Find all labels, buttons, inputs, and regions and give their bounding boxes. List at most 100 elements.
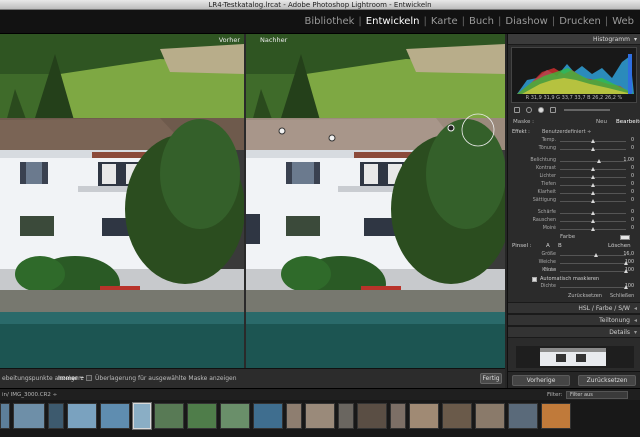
filmstrip-thumb[interactable]: [253, 403, 283, 429]
close-link[interactable]: Schließen: [610, 291, 634, 301]
panel-details-title: Details: [609, 329, 630, 336]
slider-row: Belichtung 1,00: [512, 157, 636, 165]
slider-label: Größe: [541, 252, 557, 257]
filmstrip-thumb[interactable]: [67, 403, 97, 429]
slider-track[interactable]: [560, 263, 626, 264]
slider-track[interactable]: [560, 287, 626, 288]
slider-label: Dichte: [540, 284, 556, 289]
module-buch[interactable]: Buch: [465, 16, 498, 27]
histogram-graph: [517, 54, 634, 94]
slider-thumb[interactable]: [591, 218, 595, 223]
module-entwickeln[interactable]: Entwickeln: [362, 16, 424, 27]
slider-thumb[interactable]: [591, 146, 595, 151]
graduated-filter-icon[interactable]: [550, 107, 556, 113]
red-eye-icon[interactable]: [538, 107, 544, 113]
effect-select[interactable]: Benutzerdefiniert ÷: [542, 128, 591, 137]
auto-mask-checkbox[interactable]: [532, 277, 537, 282]
module-drucken[interactable]: Drucken: [555, 16, 605, 27]
filmstrip-thumb[interactable]: [390, 403, 406, 429]
filmstrip-thumb-selected[interactable]: [133, 403, 151, 429]
slider-label: Sättigung: [532, 198, 556, 203]
slider-thumb[interactable]: [591, 210, 595, 215]
reset-link[interactable]: Zurücksetzen: [568, 291, 602, 301]
filmstrip-thumb[interactable]: [338, 403, 354, 429]
brush-pin[interactable]: [278, 127, 286, 135]
filmstrip-thumb[interactable]: [286, 403, 302, 429]
brush-erase-tab[interactable]: Löschen: [608, 242, 631, 251]
slider-thumb[interactable]: [591, 166, 595, 171]
filmstrip-thumb[interactable]: [305, 403, 335, 429]
mask-overlay-checkbox[interactable]: [86, 375, 92, 381]
collapse-triangle-icon[interactable]: ▾: [634, 34, 637, 45]
module-picker: Bibliothek | Entwickeln | Karte | Buch |…: [0, 10, 640, 34]
filmstrip-thumb[interactable]: [48, 403, 64, 429]
brush-label: Pinsel :: [512, 243, 532, 249]
filmstrip-thumb[interactable]: [0, 403, 10, 429]
filmstrip-thumb[interactable]: [357, 403, 387, 429]
module-diashow[interactable]: Diashow: [501, 16, 551, 27]
reset-button[interactable]: Zurücksetzen: [578, 375, 636, 386]
histogram-title: Histogramm: [593, 36, 630, 43]
adjustment-brush-slider[interactable]: [564, 109, 610, 111]
histogram-readout: R 31,9 31,9 G 33,7 33,7 B 26,2 26,2 %: [525, 95, 623, 101]
filmstrip-thumb[interactable]: [187, 403, 217, 429]
slider-value: 0: [630, 190, 634, 195]
mask-new-button[interactable]: Neu: [596, 117, 607, 127]
filmstrip-thumb[interactable]: [100, 403, 130, 429]
collapse-triangle-icon[interactable]: ▾: [634, 327, 637, 339]
slider-thumb[interactable]: [591, 226, 595, 231]
filter-select[interactable]: Filter aus: [566, 391, 628, 399]
mask-edit-button[interactable]: Bearbeiten: [616, 117, 640, 127]
filmstrip-thumb[interactable]: [475, 403, 505, 429]
effect-label: Effekt :: [512, 129, 530, 135]
slider-thumb[interactable]: [591, 174, 595, 179]
slider-thumb[interactable]: [591, 138, 595, 143]
slider-value: 1,00: [623, 158, 634, 163]
module-karte[interactable]: Karte: [427, 16, 462, 27]
title-bar: LR4-Testkatalog.lrcat - Adobe Photoshop …: [0, 0, 640, 10]
color-label: Farbe: [560, 234, 576, 240]
crop-icon[interactable]: [514, 107, 520, 113]
slider-track[interactable]: [560, 271, 626, 272]
color-swatch[interactable]: [620, 235, 630, 240]
brush-pin[interactable]: [328, 134, 336, 142]
filmstrip-thumb[interactable]: [154, 403, 184, 429]
slider-row: Lichter 0: [512, 173, 636, 181]
histogram-header[interactable]: Histogramm ▾: [508, 34, 640, 45]
filter-label: Filter:: [547, 392, 563, 398]
brush-settings: Effekt : Benutzerdefiniert ÷ Temp. 0 Tönun…: [508, 127, 640, 302]
slider-track[interactable]: [560, 161, 626, 162]
panel-hsl[interactable]: HSL / Farbe / S/W ◂: [508, 302, 640, 314]
panel-details[interactable]: Details ▾: [508, 326, 640, 338]
slider-value: 0: [630, 218, 634, 223]
filmstrip-thumb[interactable]: [442, 403, 472, 429]
done-button[interactable]: Fertig: [480, 373, 502, 384]
slider-thumb[interactable]: [597, 158, 601, 163]
previous-button[interactable]: Vorherige: [512, 375, 570, 386]
module-web[interactable]: Web: [608, 16, 638, 27]
slider-thumb[interactable]: [591, 198, 595, 203]
slider-thumb[interactable]: [591, 182, 595, 187]
slider-track[interactable]: [560, 255, 626, 256]
filmstrip-path[interactable]: in/ IMG_3000.CR2 ÷: [2, 392, 57, 398]
brush-b-tab[interactable]: B: [558, 242, 562, 251]
slider-value: 100: [624, 268, 634, 273]
filmstrip-thumb[interactable]: [541, 403, 571, 429]
filmstrip-thumb[interactable]: [220, 403, 250, 429]
color-row: Farbe: [512, 233, 636, 242]
module-bibliothek[interactable]: Bibliothek: [301, 16, 359, 27]
filmstrip-thumb[interactable]: [409, 403, 439, 429]
before-photo-image: [0, 34, 244, 368]
auto-mask-label: Automatisch maskieren: [540, 276, 600, 282]
brush-a-tab[interactable]: A: [546, 242, 550, 251]
overlay-select[interactable]: Immer ÷: [58, 375, 85, 382]
slider-thumb[interactable]: [591, 190, 595, 195]
panel-split-toning[interactable]: Teiltonung ◂: [508, 314, 640, 326]
slider-value: 0: [630, 138, 634, 143]
slider-thumb[interactable]: [594, 252, 598, 257]
filmstrip-thumb[interactable]: [508, 403, 538, 429]
filmstrip-thumb[interactable]: [13, 403, 45, 429]
mask-label: Maske :: [513, 119, 534, 125]
brush-pin-active[interactable]: [447, 124, 455, 132]
spot-removal-icon[interactable]: [526, 107, 532, 113]
